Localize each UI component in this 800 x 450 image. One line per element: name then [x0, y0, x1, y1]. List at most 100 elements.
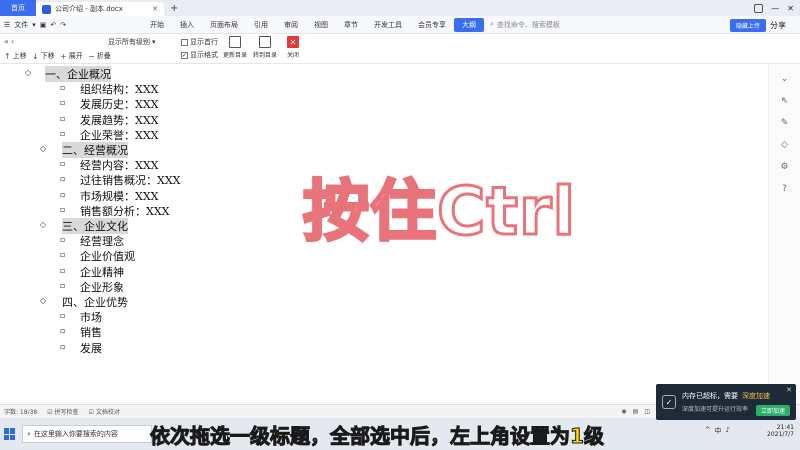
chevron-up-icon[interactable]: ^ — [705, 426, 711, 436]
share-button[interactable]: 分享 — [770, 20, 786, 31]
outline-bullet-icon[interactable]: ▫ — [60, 190, 65, 199]
show-all-levels-select[interactable]: 显示所有级别 ▾ — [108, 37, 156, 47]
select-icon[interactable]: ⇖ — [781, 96, 789, 106]
file-menu[interactable]: 文件 — [14, 20, 28, 30]
close-icon[interactable]: ✕ — [786, 386, 792, 394]
outline-heading-level-2[interactable]: 企业价值观 — [80, 248, 135, 264]
outline-bullet-icon[interactable]: ▫ — [60, 326, 65, 335]
outline-bullet-icon[interactable]: ▫ — [60, 281, 65, 290]
menu-review[interactable]: 审阅 — [276, 20, 306, 30]
menu-view[interactable]: 视图 — [306, 20, 336, 30]
save-icon[interactable]: ▣ — [40, 21, 47, 29]
close-icon: ✕ — [287, 36, 299, 48]
menu-references[interactable]: 引用 — [246, 20, 276, 30]
outline-heading-level-2[interactable]: 企业荣誉：XXX — [80, 127, 159, 143]
outline-heading-level-2[interactable]: 经营内容：XXX — [80, 157, 159, 173]
close-tab-icon[interactable]: ✕ — [152, 5, 158, 13]
outline-heading-level-2[interactable]: 组织结构：XXX — [80, 81, 159, 97]
layout-icon[interactable] — [754, 3, 764, 13]
outline-heading-level-2[interactable]: 市场 — [80, 309, 102, 325]
expand-button[interactable]: + 展开 — [60, 51, 83, 61]
outline-bullet-icon[interactable]: ▫ — [60, 342, 65, 351]
outline-bullet-icon[interactable]: ▫ — [60, 129, 65, 138]
outline-heading-level-2[interactable]: 发展历史：XXX — [80, 96, 159, 112]
tab-document[interactable]: 公司介绍 - 副本.docx ✕ — [36, 2, 164, 16]
undo-icon[interactable]: ↶ — [50, 21, 56, 29]
shape-icon[interactable]: ◇ — [781, 140, 788, 150]
outline-bullet-icon[interactable]: ▫ — [60, 235, 65, 244]
outline-heading-level-2[interactable]: 市场规模：XXX — [80, 188, 159, 204]
menu-outline[interactable]: 大纲 — [454, 17, 484, 32]
update-toc-button[interactable]: 更新目录 — [221, 36, 249, 59]
command-search[interactable]: ⌕ 查找命令、搜索模板 — [490, 20, 560, 30]
minimize-icon[interactable]: — — [771, 4, 779, 13]
page-view-icon[interactable]: ▤ — [633, 408, 639, 415]
outline-bullet-icon[interactable]: ▫ — [60, 266, 65, 275]
collapse-panel-icon[interactable]: ⌄ — [781, 74, 789, 84]
outline-expand-marker-icon[interactable]: ◇ — [40, 144, 46, 153]
promote-icon[interactable]: ‹ — [11, 37, 14, 46]
eye-icon[interactable]: ◉ — [621, 408, 626, 415]
outline-heading-level-1[interactable]: 四、企业优势 — [62, 294, 128, 310]
outline-heading-level-1[interactable]: 二、经营概况 — [62, 142, 128, 158]
new-tab-button[interactable]: + — [164, 0, 184, 16]
outline-heading-level-2[interactable]: 发展 — [80, 340, 102, 356]
cloud-upload-button[interactable]: 隐藏上传 — [730, 18, 767, 32]
outline-bullet-icon[interactable]: ▫ — [60, 205, 65, 214]
outline-heading-level-1[interactable]: 一、企业概况 — [45, 66, 111, 82]
outline-heading-level-2[interactable]: 经营理念 — [80, 233, 124, 249]
ime-icon[interactable]: 中 — [715, 426, 722, 436]
memory-popup[interactable]: ✓ 内存已超标，需要 深度加速 深度加速可提升运行效率 立即加速 ✕ — [656, 384, 796, 420]
speaker-icon[interactable]: ♪ — [726, 426, 730, 436]
tab-home[interactable]: 首页 — [0, 0, 36, 16]
menu-insert[interactable]: 插入 — [172, 20, 202, 30]
menu-developer[interactable]: 开发工具 — [366, 20, 410, 30]
overlay-caption: 按住Ctrl — [301, 172, 577, 252]
close-window-icon[interactable]: ✕ — [787, 4, 794, 13]
outline-expand-marker-icon[interactable]: ◇ — [40, 296, 46, 305]
menu-member[interactable]: 会员专享 — [410, 20, 454, 30]
help-icon[interactable]: ? — [782, 184, 787, 194]
settings-icon[interactable]: ⚙ — [780, 162, 788, 172]
doc-proof[interactable]: ☑ 文档校对 — [89, 407, 120, 416]
windows-start-icon[interactable] — [4, 428, 16, 440]
outline-heading-level-2[interactable]: 发展趋势：XXX — [80, 112, 159, 128]
promote-to-top-icon[interactable]: « — [4, 37, 9, 46]
menu-section[interactable]: 章节 — [336, 20, 366, 30]
outline-expand-marker-icon[interactable]: ◇ — [40, 220, 46, 229]
close-outline-button[interactable]: ✕ 关闭 — [279, 36, 307, 59]
menu-start[interactable]: 开始 — [142, 20, 172, 30]
show-format-checkbox[interactable]: ✓ 显示格式 — [181, 50, 218, 60]
menu-icon[interactable]: ☰ — [4, 21, 10, 29]
outline-bullet-icon[interactable]: ▫ — [60, 114, 65, 123]
downgrade-button[interactable]: ↓ 下移 — [32, 51, 55, 61]
goto-toc-button[interactable]: 转到目录 — [251, 36, 279, 59]
outline-heading-level-2[interactable]: 企业形象 — [80, 279, 124, 295]
outline-bullet-icon[interactable]: ▫ — [60, 98, 65, 107]
outline-heading-level-2[interactable]: 企业精神 — [80, 264, 124, 280]
show-first-line-checkbox[interactable]: 显示首行 — [181, 37, 218, 47]
taskbar-search-placeholder: 在这里输入你要搜索的内容 — [33, 430, 118, 438]
taskbar-search[interactable]: ⌕ 在这里输入你要搜索的内容 — [22, 425, 152, 443]
menu-page-layout[interactable]: 页面布局 — [202, 20, 246, 30]
web-view-icon[interactable]: ◫ — [644, 408, 650, 415]
outline-bullet-icon[interactable]: ▫ — [60, 311, 65, 320]
outline-bullet-icon[interactable]: ▫ — [60, 83, 65, 92]
word-count[interactable]: 字数: 18/38 — [4, 407, 37, 416]
clock[interactable]: 21:41 2021/7/7 — [767, 424, 794, 438]
spell-check[interactable]: ☑ 拼写检查 — [47, 407, 78, 416]
dropdown-icon[interactable]: ▾ — [32, 21, 36, 29]
outline-heading-level-2[interactable]: 销售额分析：XXX — [80, 203, 170, 219]
outline-heading-level-2[interactable]: 过往销售概况：XXX — [80, 172, 181, 188]
outline-expand-marker-icon[interactable]: ◇ — [25, 68, 31, 77]
speed-up-button[interactable]: 立即加速 — [755, 405, 790, 416]
collapse-button[interactable]: − 折叠 — [88, 51, 111, 61]
outline-bullet-icon[interactable]: ▫ — [60, 250, 65, 259]
outline-heading-level-1[interactable]: 三、企业文化 — [62, 218, 128, 234]
outline-heading-level-2[interactable]: 销售 — [80, 324, 102, 340]
edit-icon[interactable]: ✎ — [781, 118, 789, 128]
outline-bullet-icon[interactable]: ▫ — [60, 174, 65, 183]
outline-bullet-icon[interactable]: ▫ — [60, 159, 65, 168]
redo-icon[interactable]: ↷ — [60, 21, 66, 29]
upgrade-button[interactable]: ↑ 上移 — [4, 51, 27, 61]
